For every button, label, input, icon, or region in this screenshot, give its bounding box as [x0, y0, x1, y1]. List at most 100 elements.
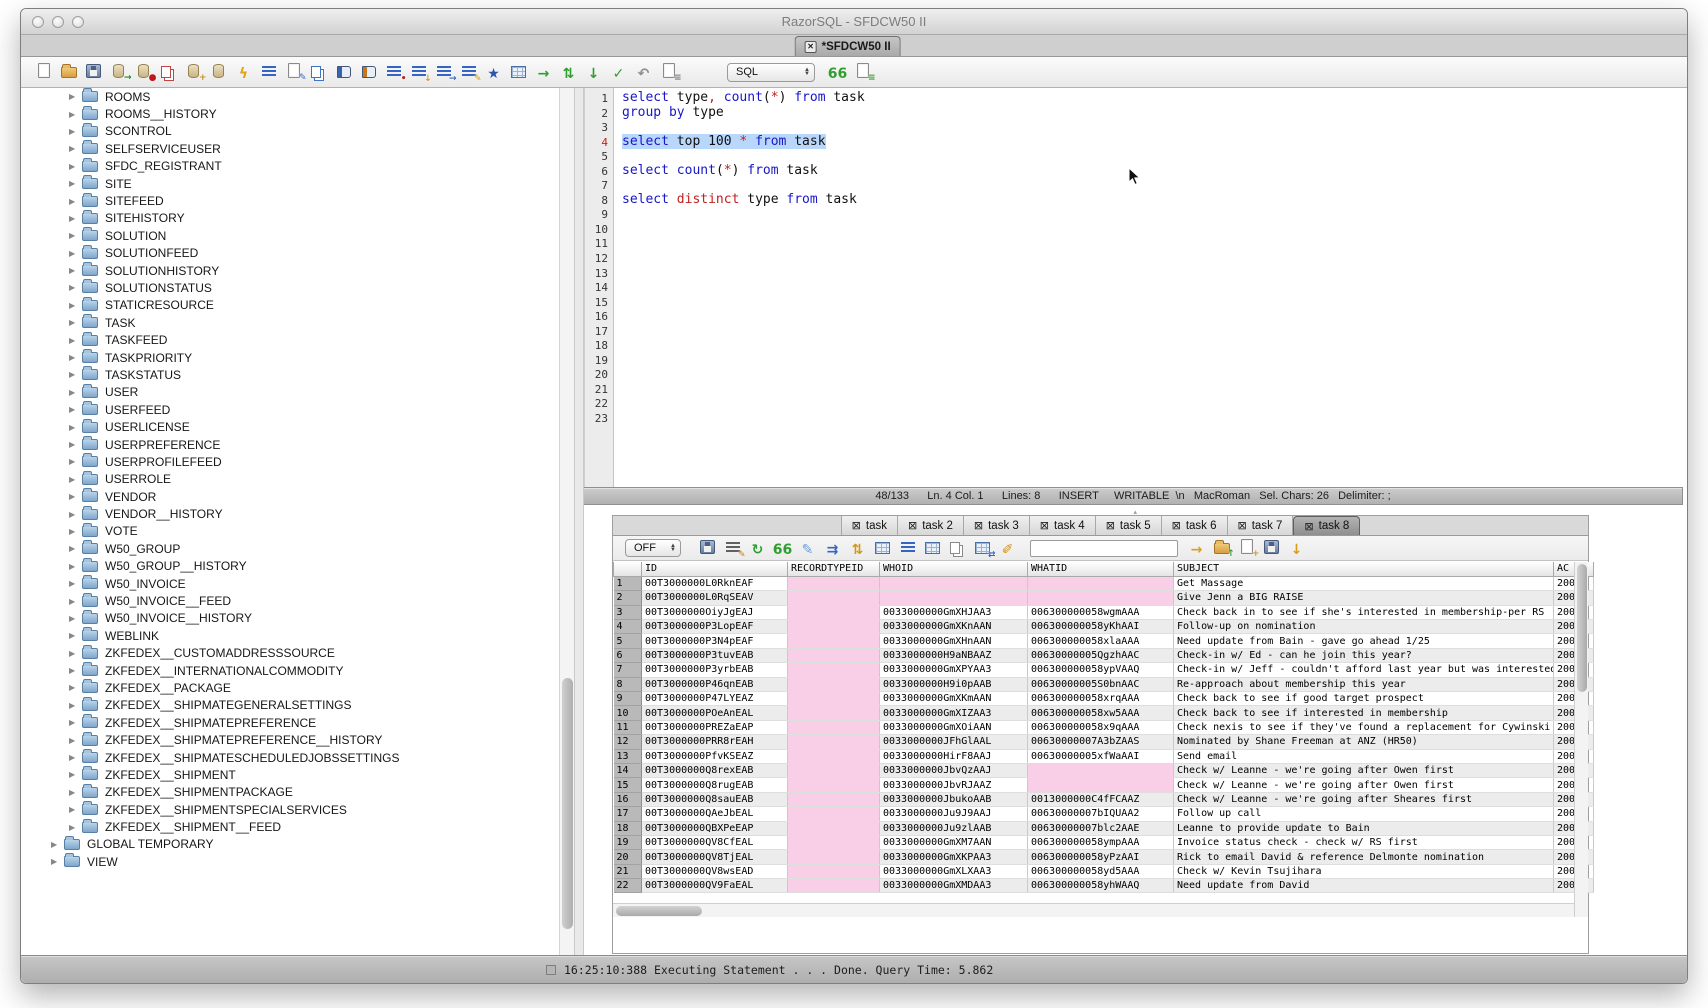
describe-results-icon[interactable]	[897, 537, 919, 558]
code-line[interactable]: group by type	[622, 106, 1683, 121]
tree-item-solutionstatus[interactable]: ▶SOLUTIONSTATUS	[26, 279, 559, 296]
row-number[interactable]: 13	[614, 749, 642, 763]
tree-item-vendor[interactable]: ▶VENDOR	[26, 488, 559, 505]
disclosure-triangle-icon[interactable]: ▶	[69, 544, 82, 553]
help-book-icon[interactable]	[358, 61, 380, 82]
disclosure-triangle-icon[interactable]: ▶	[69, 457, 82, 466]
table-cell[interactable]	[788, 720, 880, 734]
disclosure-triangle-icon[interactable]: ▶	[69, 492, 82, 501]
commit-check-icon[interactable]: ✓	[608, 63, 630, 84]
tab-close-icon[interactable]: ⊠	[1106, 519, 1115, 532]
save-export-icon[interactable]	[1261, 536, 1283, 557]
table-cell[interactable]: 00T3000000QV8TjEAL	[642, 850, 788, 864]
table-cell[interactable]: 00T3000000L0RqSEAV	[642, 591, 788, 605]
table-cell[interactable]	[788, 749, 880, 763]
table-cell[interactable]	[788, 735, 880, 749]
disclosure-triangle-icon[interactable]: ▶	[69, 301, 82, 310]
table-cell[interactable]: 00T3000000P46qnEAB	[642, 677, 788, 691]
open-folder-icon[interactable]	[58, 60, 80, 81]
table-cell[interactable]: 0033000000GmXKPAA3	[880, 850, 1028, 864]
table-cell[interactable]: 0033000000GmXPYAA3	[880, 663, 1028, 677]
tree-scrollbar-thumb[interactable]	[562, 678, 573, 929]
table-cell[interactable]: 0033000000JbvQzAAJ	[880, 763, 1028, 777]
tree-item-weblink[interactable]: ▶WEBLINK	[26, 627, 559, 644]
tab-close-icon[interactable]: ⊠	[1172, 519, 1181, 532]
result-tab-task-6[interactable]: ⊠task 6	[1162, 516, 1228, 535]
sql-history-icon[interactable]: ≡	[852, 60, 874, 81]
row-number[interactable]: 5	[614, 634, 642, 648]
table-cell[interactable]	[788, 663, 880, 677]
vertical-scrollbar-thumb[interactable]	[1577, 564, 1587, 692]
tree-item-vote[interactable]: ▶VOTE	[26, 523, 559, 540]
tree-item-rooms[interactable]: ▶ROOMS	[26, 88, 559, 105]
disclosure-triangle-icon[interactable]: ▶	[69, 388, 82, 397]
disclosure-triangle-icon[interactable]: ▶	[69, 214, 82, 223]
tree-item-rooms__history[interactable]: ▶ROOMS__HISTORY	[26, 105, 559, 122]
table-cell[interactable]: 0033000000JFhGlAAL	[880, 735, 1028, 749]
disclosure-triangle-icon[interactable]: ▶	[69, 283, 82, 292]
row-number[interactable]: 6	[614, 648, 642, 662]
table-cell[interactable]: 006300000058ypVAAQ	[1028, 663, 1174, 677]
fetch-more-down-icon[interactable]: ↓	[1286, 539, 1308, 560]
result-tab-task-3[interactable]: ⊠task 3	[964, 516, 1030, 535]
table-cell[interactable]: 0033000000GmXKmAAN	[880, 692, 1028, 706]
table-cell[interactable]: 0033000000JbvRJAAZ	[880, 778, 1028, 792]
row-number[interactable]: 22	[614, 879, 642, 893]
column-header-subject[interactable]: SUBJECT	[1174, 562, 1554, 576]
code-line[interactable]	[622, 295, 1683, 310]
table-cell[interactable]: 006300000058xrqAAA	[1028, 692, 1174, 706]
tree-item-w50_invoice__history[interactable]: ▶W50_INVOICE__HISTORY	[26, 610, 559, 627]
table-cell[interactable]: Check back to see if interested in membe…	[1174, 706, 1554, 720]
view-log-icon[interactable]: ≡	[658, 60, 680, 81]
table-cell[interactable]: 00630000007bIQUAA2	[1028, 807, 1174, 821]
execute-refetch-icon[interactable]: ⇅	[558, 63, 580, 84]
code-line[interactable]	[622, 149, 1683, 164]
table-cell[interactable]: Get Massage	[1174, 576, 1554, 590]
table-cell[interactable]	[788, 677, 880, 691]
disclosure-triangle-icon[interactable]: ▶	[69, 597, 82, 606]
table-cell[interactable]	[788, 576, 880, 590]
table-cell[interactable]: Follow up call	[1174, 807, 1554, 821]
table-cell[interactable]	[788, 692, 880, 706]
glasses-view-icon[interactable]: 66	[827, 63, 849, 84]
table-cell[interactable]: 00T3000000POeAnEAL	[642, 706, 788, 720]
column-tree-icon[interactable]: ⇉	[822, 539, 844, 560]
code-line[interactable]	[622, 222, 1683, 237]
table-cell[interactable]	[788, 864, 880, 878]
describe-table-icon[interactable]	[258, 61, 280, 82]
table-cell[interactable]: Nominated by Shane Freeman at ANZ (HR50)	[1174, 735, 1554, 749]
code-line[interactable]	[622, 382, 1683, 397]
table-corner-icon[interactable]	[922, 537, 944, 558]
disclosure-triangle-icon[interactable]: ▶	[69, 336, 82, 345]
result-tab-task-2[interactable]: ⊠task 2	[898, 516, 964, 535]
table-cell[interactable]: 0033000000GmXIZAA3	[880, 706, 1028, 720]
table-cell[interactable]	[788, 706, 880, 720]
tree-item-w50_invoice__feed[interactable]: ▶W50_INVOICE__FEED	[26, 592, 559, 609]
table-cell[interactable]	[1028, 576, 1174, 590]
tree-item-userprofilefeed[interactable]: ▶USERPROFILEFEED	[26, 453, 559, 470]
table-cell[interactable]	[788, 835, 880, 849]
tree-item-zkfedex__shipmatepreference__history[interactable]: ▶ZKFEDEX__SHIPMATEPREFERENCE__HISTORY	[26, 731, 559, 748]
table-cell[interactable]: Follow-up on nomination	[1174, 620, 1554, 634]
tree-item-view[interactable]: ▶VIEW	[26, 853, 559, 870]
sql-code-area[interactable]: select type, count(*) from taskgroup by …	[615, 88, 1683, 487]
row-number[interactable]: 10	[614, 706, 642, 720]
tree-item-sfdc_registrant[interactable]: ▶SFDC_REGISTRANT	[26, 158, 559, 175]
tab-close-icon[interactable]: ⊠	[852, 519, 861, 532]
disclosure-triangle-icon[interactable]: ▶	[69, 179, 82, 188]
table-cell[interactable]: Check w/ Leanne - we're going after Shea…	[1174, 792, 1554, 806]
table-cell[interactable]: 0033000000GmXM7AAN	[880, 835, 1028, 849]
edit-sql-icon[interactable]: ✎	[283, 60, 305, 81]
disclosure-triangle-icon[interactable]: ▶	[69, 823, 82, 832]
table-cell[interactable]	[788, 591, 880, 605]
disclosure-triangle-icon[interactable]: ▶	[69, 753, 82, 762]
row-number[interactable]: 11	[614, 720, 642, 734]
table-cell[interactable]: 00T3000000OiyJgEAJ	[642, 605, 788, 619]
disclosure-triangle-icon[interactable]: ▶	[69, 266, 82, 275]
row-number[interactable]: 8	[614, 677, 642, 691]
table-cell[interactable]: 00630000005QgzhAAC	[1028, 648, 1174, 662]
disclosure-triangle-icon[interactable]: ▶	[69, 318, 82, 327]
table-cell[interactable]: 00T3000000QBXPeEAP	[642, 821, 788, 835]
code-line[interactable]	[622, 120, 1683, 135]
export-results-icon[interactable]: ↑	[1211, 536, 1233, 557]
